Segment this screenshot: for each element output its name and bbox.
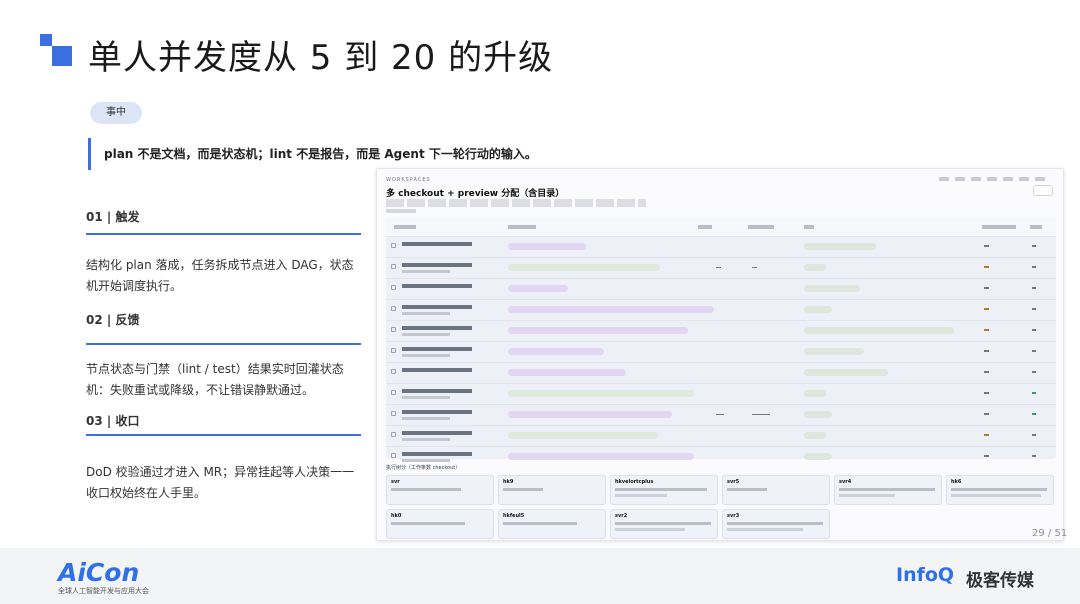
key-quote: plan 不是文档，而是状态机；lint 不是报告，而是 Agent 下一轮行动…	[104, 147, 537, 161]
stage-badge: 事中	[90, 102, 142, 124]
table-row[interactable]	[386, 384, 1056, 405]
workspace-description	[386, 199, 646, 207]
workspace-action-button[interactable]	[1033, 185, 1053, 196]
workspace-title: 多 checkout + preview 分配（含目录）	[386, 189, 565, 199]
page-title: 单人并发度从 5 到 20 的升级	[88, 38, 554, 78]
step-2-heading: 02 | 反馈	[86, 313, 140, 327]
workspace-meta	[939, 177, 1049, 181]
table-row[interactable]	[386, 279, 1056, 300]
step-3-text: DoD 校验通过才进入 MR；异常挂起等人决策一一收口权始终在人手里。	[86, 465, 355, 500]
step-1-divider	[86, 233, 361, 235]
workspace-card[interactable]: hkfeul5	[498, 509, 606, 539]
infoq-logo: InfoQ	[896, 564, 955, 586]
table-row[interactable]	[386, 447, 1056, 468]
workspace-card[interactable]: svr2	[610, 509, 718, 539]
aicon-subtitle: 全球人工智能开发与应用大会	[58, 587, 149, 595]
step-1-text: 结构化 plan 落成，任务拆成节点进入 DAG，状态机开始调度执行。	[86, 258, 354, 293]
workspace-card[interactable]: svr	[386, 475, 494, 505]
page-number: 29 / 51	[1032, 528, 1068, 539]
table-row[interactable]	[386, 258, 1056, 279]
workspace-card[interactable]: hk9	[498, 475, 606, 505]
workspace-card[interactable]: hk6	[946, 475, 1054, 505]
table-row[interactable]	[386, 405, 1056, 426]
workspace-card[interactable]: svr4	[834, 475, 942, 505]
geek-media-logo: 极客传媒	[966, 571, 1034, 591]
step-3-divider	[86, 434, 361, 436]
table-row[interactable]	[386, 426, 1056, 447]
table-row[interactable]	[386, 321, 1056, 342]
quote-accent-bar	[88, 138, 91, 170]
workspace-card[interactable]: hkvelortcplus	[610, 475, 718, 505]
title-mark-icon	[40, 34, 74, 68]
table-row[interactable]	[386, 342, 1056, 363]
table-row[interactable]	[386, 237, 1056, 258]
workspace-screenshot: WORKSPACES 多 checkout + preview 分配（含目录）	[376, 168, 1064, 541]
workspace-description-tail	[386, 209, 416, 213]
tree-section-title: 执行树分（工作条数 checkout）	[386, 465, 461, 471]
workspace-table	[386, 217, 1056, 462]
footer-bar: AiCon 全球人工智能开发与应用大会 InfoQ 极客传媒	[0, 548, 1080, 604]
table-header	[386, 217, 1056, 237]
step-3-heading: 03 | 收口	[86, 414, 140, 428]
workspace-card[interactable]: hk0	[386, 509, 494, 539]
table-row[interactable]	[386, 363, 1056, 384]
workspace-label: WORKSPACES	[386, 177, 431, 183]
workspace-card[interactable]: svr5	[722, 475, 830, 505]
step-2-text: 节点状态与门禁（lint / test）结果实时回灌状态机：失败重试或降级，不让…	[86, 362, 344, 397]
step-2-divider	[86, 343, 361, 345]
workspace-card[interactable]: svr3	[722, 509, 830, 539]
step-1-heading: 01 | 触发	[86, 210, 140, 224]
aicon-logo: AiCon	[58, 558, 140, 587]
table-row[interactable]	[386, 300, 1056, 321]
